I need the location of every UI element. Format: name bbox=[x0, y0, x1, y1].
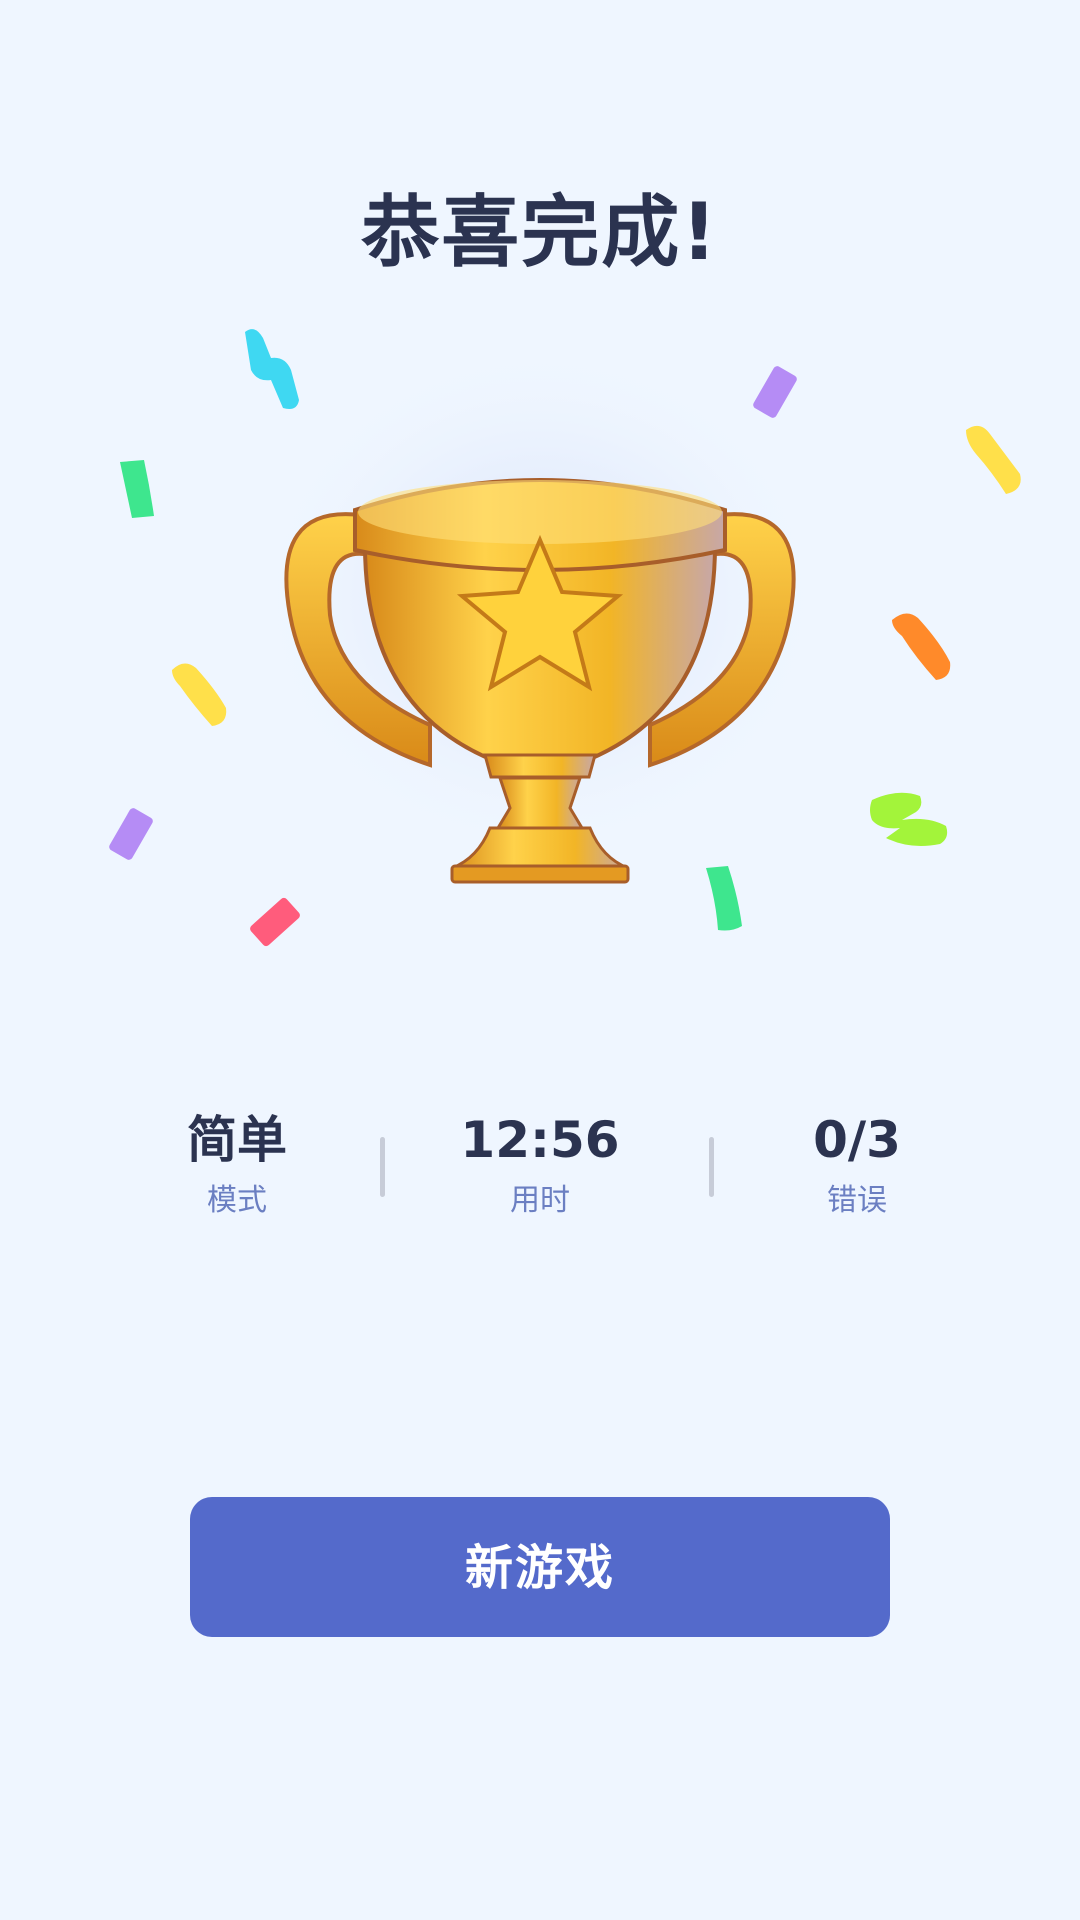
confetti-layer bbox=[109, 329, 1021, 947]
stat-mistakes: 0/3 错误 bbox=[727, 1105, 987, 1221]
confetti-piece bbox=[753, 366, 797, 418]
stat-divider bbox=[709, 1137, 714, 1197]
confetti-piece bbox=[250, 897, 300, 947]
confetti-piece bbox=[245, 329, 299, 409]
stat-divider bbox=[380, 1137, 385, 1197]
mistakes-label: 错误 bbox=[827, 1183, 887, 1218]
trophy-icon bbox=[250, 340, 830, 884]
confetti-piece bbox=[109, 808, 153, 860]
confetti-piece bbox=[172, 663, 227, 726]
mode-label: 模式 bbox=[207, 1183, 267, 1218]
stat-mode: 简单 模式 bbox=[107, 1105, 367, 1221]
stat-time: 12:56 用时 bbox=[410, 1105, 670, 1221]
completion-screen: 恭喜完成! 简单 模式 12:56 用时 0/3 错误 新游戏 bbox=[0, 0, 1080, 1920]
celebration-area bbox=[0, 300, 1080, 980]
confetti-piece bbox=[892, 613, 951, 680]
new-game-button[interactable]: 新游戏 bbox=[190, 1497, 890, 1637]
time-value: 12:56 bbox=[460, 1111, 620, 1169]
page-title: 恭喜完成! bbox=[361, 188, 719, 278]
confetti-piece bbox=[706, 866, 742, 931]
mode-value: 简单 bbox=[187, 1111, 287, 1169]
time-label: 用时 bbox=[510, 1183, 570, 1218]
confetti-piece bbox=[966, 425, 1021, 494]
mistakes-value: 0/3 bbox=[813, 1111, 901, 1169]
stats-row: 简单 模式 12:56 用时 0/3 错误 bbox=[0, 1105, 1080, 1245]
confetti-piece bbox=[870, 792, 948, 846]
confetti-piece bbox=[120, 460, 154, 518]
